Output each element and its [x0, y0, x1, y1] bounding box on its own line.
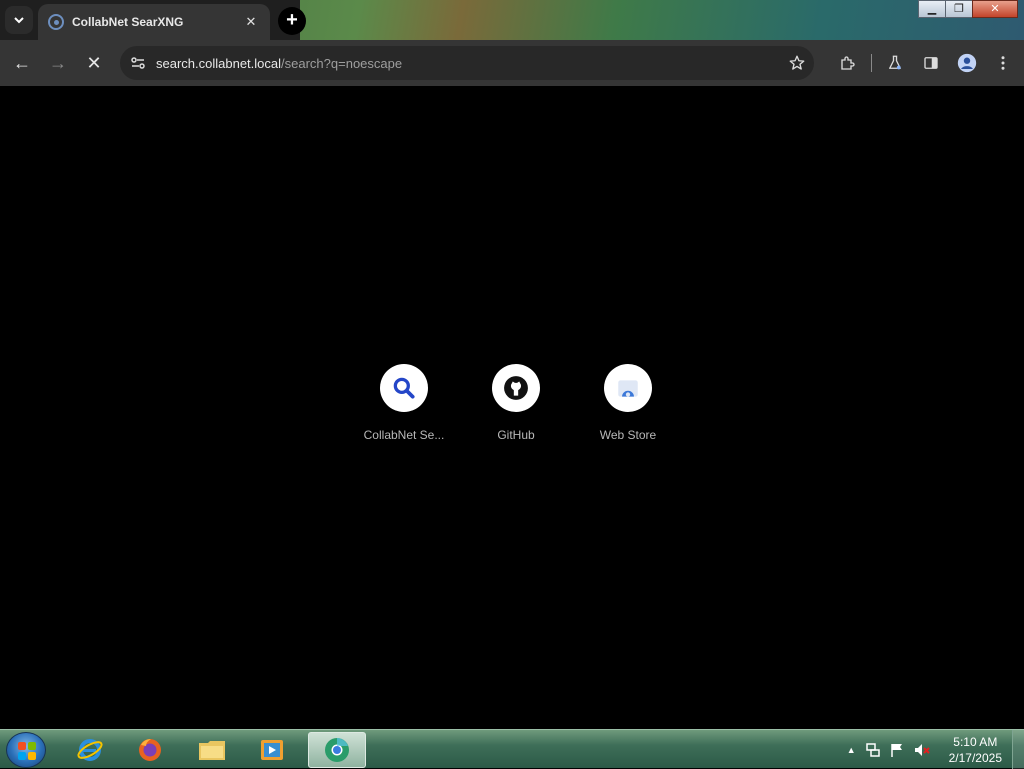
toolbar-divider: [871, 54, 872, 72]
taskbar-internet-explorer[interactable]: [64, 732, 116, 768]
network-icon[interactable]: [865, 742, 881, 758]
chevron-down-icon: [14, 17, 24, 24]
site-info-icon[interactable]: [130, 55, 146, 71]
clock-time: 5:10 AM: [953, 734, 998, 749]
url-text[interactable]: search.collabnet.local/search?q=noescape: [156, 56, 788, 71]
action-center-flag-icon[interactable]: [889, 742, 905, 758]
bookmark-star-icon[interactable]: [788, 54, 806, 72]
tab-search-button[interactable]: [5, 6, 33, 34]
show-hidden-icons-button[interactable]: ▲: [847, 745, 856, 755]
title-bar: CollabNet SearXNG ✕ + ▁ ❐ ✕: [0, 0, 1024, 40]
back-button[interactable]: ←: [7, 48, 37, 78]
tab-close-icon[interactable]: ✕: [242, 14, 260, 30]
window-controls: ▁ ❐ ✕: [918, 0, 1018, 18]
shortcut-github[interactable]: GitHub: [460, 364, 572, 442]
url-path: /search?q=noescape: [281, 55, 403, 71]
browser-toolbar: ← → ✕ search.collabnet.local/search?q=no…: [0, 40, 1024, 86]
tab-title: CollabNet SearXNG: [72, 15, 184, 29]
taskbar-media-player[interactable]: [246, 732, 298, 768]
extensions-button[interactable]: [833, 48, 863, 78]
side-panel-button[interactable]: [916, 48, 946, 78]
show-desktop-button[interactable]: [1012, 730, 1024, 769]
chrome-icon: [325, 738, 349, 762]
taskbar-firefox[interactable]: [124, 732, 176, 768]
close-window-button[interactable]: ✕: [972, 0, 1018, 18]
profile-button[interactable]: [952, 48, 982, 78]
internet-explorer-icon: [77, 739, 103, 761]
github-icon: [492, 364, 540, 412]
url-host: search.collabnet.local: [156, 55, 282, 71]
menu-button[interactable]: [988, 48, 1018, 78]
shortcut-label: CollabNet Se...: [363, 428, 445, 442]
more-vert-icon: [1001, 56, 1005, 70]
system-tray: ▲ 5:10 AM 2/17/2025: [842, 730, 1024, 769]
avatar-icon: [957, 53, 977, 73]
searxng-favicon-icon: [48, 14, 64, 30]
flask-icon: [889, 55, 901, 70]
webstore-icon: [604, 364, 652, 412]
forward-button[interactable]: →: [43, 48, 73, 78]
puzzle-icon: [841, 56, 855, 70]
maximize-button[interactable]: ❐: [945, 0, 973, 18]
shortcut-tiles: CollabNet Se... GitHub Web Store: [348, 364, 684, 442]
side-panel-icon: [924, 57, 938, 69]
windows-logo-icon: [18, 742, 36, 760]
taskbar-chrome[interactable]: [308, 732, 366, 768]
taskbar: ▲ 5:10 AM 2/17/2025: [0, 729, 1024, 769]
media-player-icon: [261, 740, 283, 760]
shortcut-label: Web Store: [599, 428, 657, 442]
volume-muted-icon[interactable]: [913, 742, 931, 758]
stop-loading-button[interactable]: ✕: [79, 48, 109, 78]
clock-date: 2/17/2025: [948, 750, 1002, 765]
search-icon: [380, 364, 428, 412]
shortcut-web-store[interactable]: Web Store: [572, 364, 684, 442]
taskbar-file-explorer[interactable]: [186, 732, 238, 768]
folder-icon: [199, 741, 225, 760]
minimize-button[interactable]: ▁: [918, 0, 946, 18]
new-tab-button[interactable]: +: [278, 7, 306, 35]
toolbar-right-actions: [827, 48, 1018, 78]
shortcut-label: GitHub: [497, 428, 535, 442]
tab-active[interactable]: CollabNet SearXNG ✕: [38, 4, 270, 40]
firefox-icon: [139, 739, 161, 761]
address-bar[interactable]: search.collabnet.local/search?q=noescape: [120, 46, 814, 80]
labs-button[interactable]: [880, 48, 910, 78]
shortcut-collabnet-search[interactable]: CollabNet Se...: [348, 364, 460, 442]
start-button[interactable]: [6, 732, 46, 768]
page-content: CollabNet Se... GitHub Web Store: [0, 86, 1024, 729]
clock[interactable]: 5:10 AM 2/17/2025: [949, 734, 1002, 766]
